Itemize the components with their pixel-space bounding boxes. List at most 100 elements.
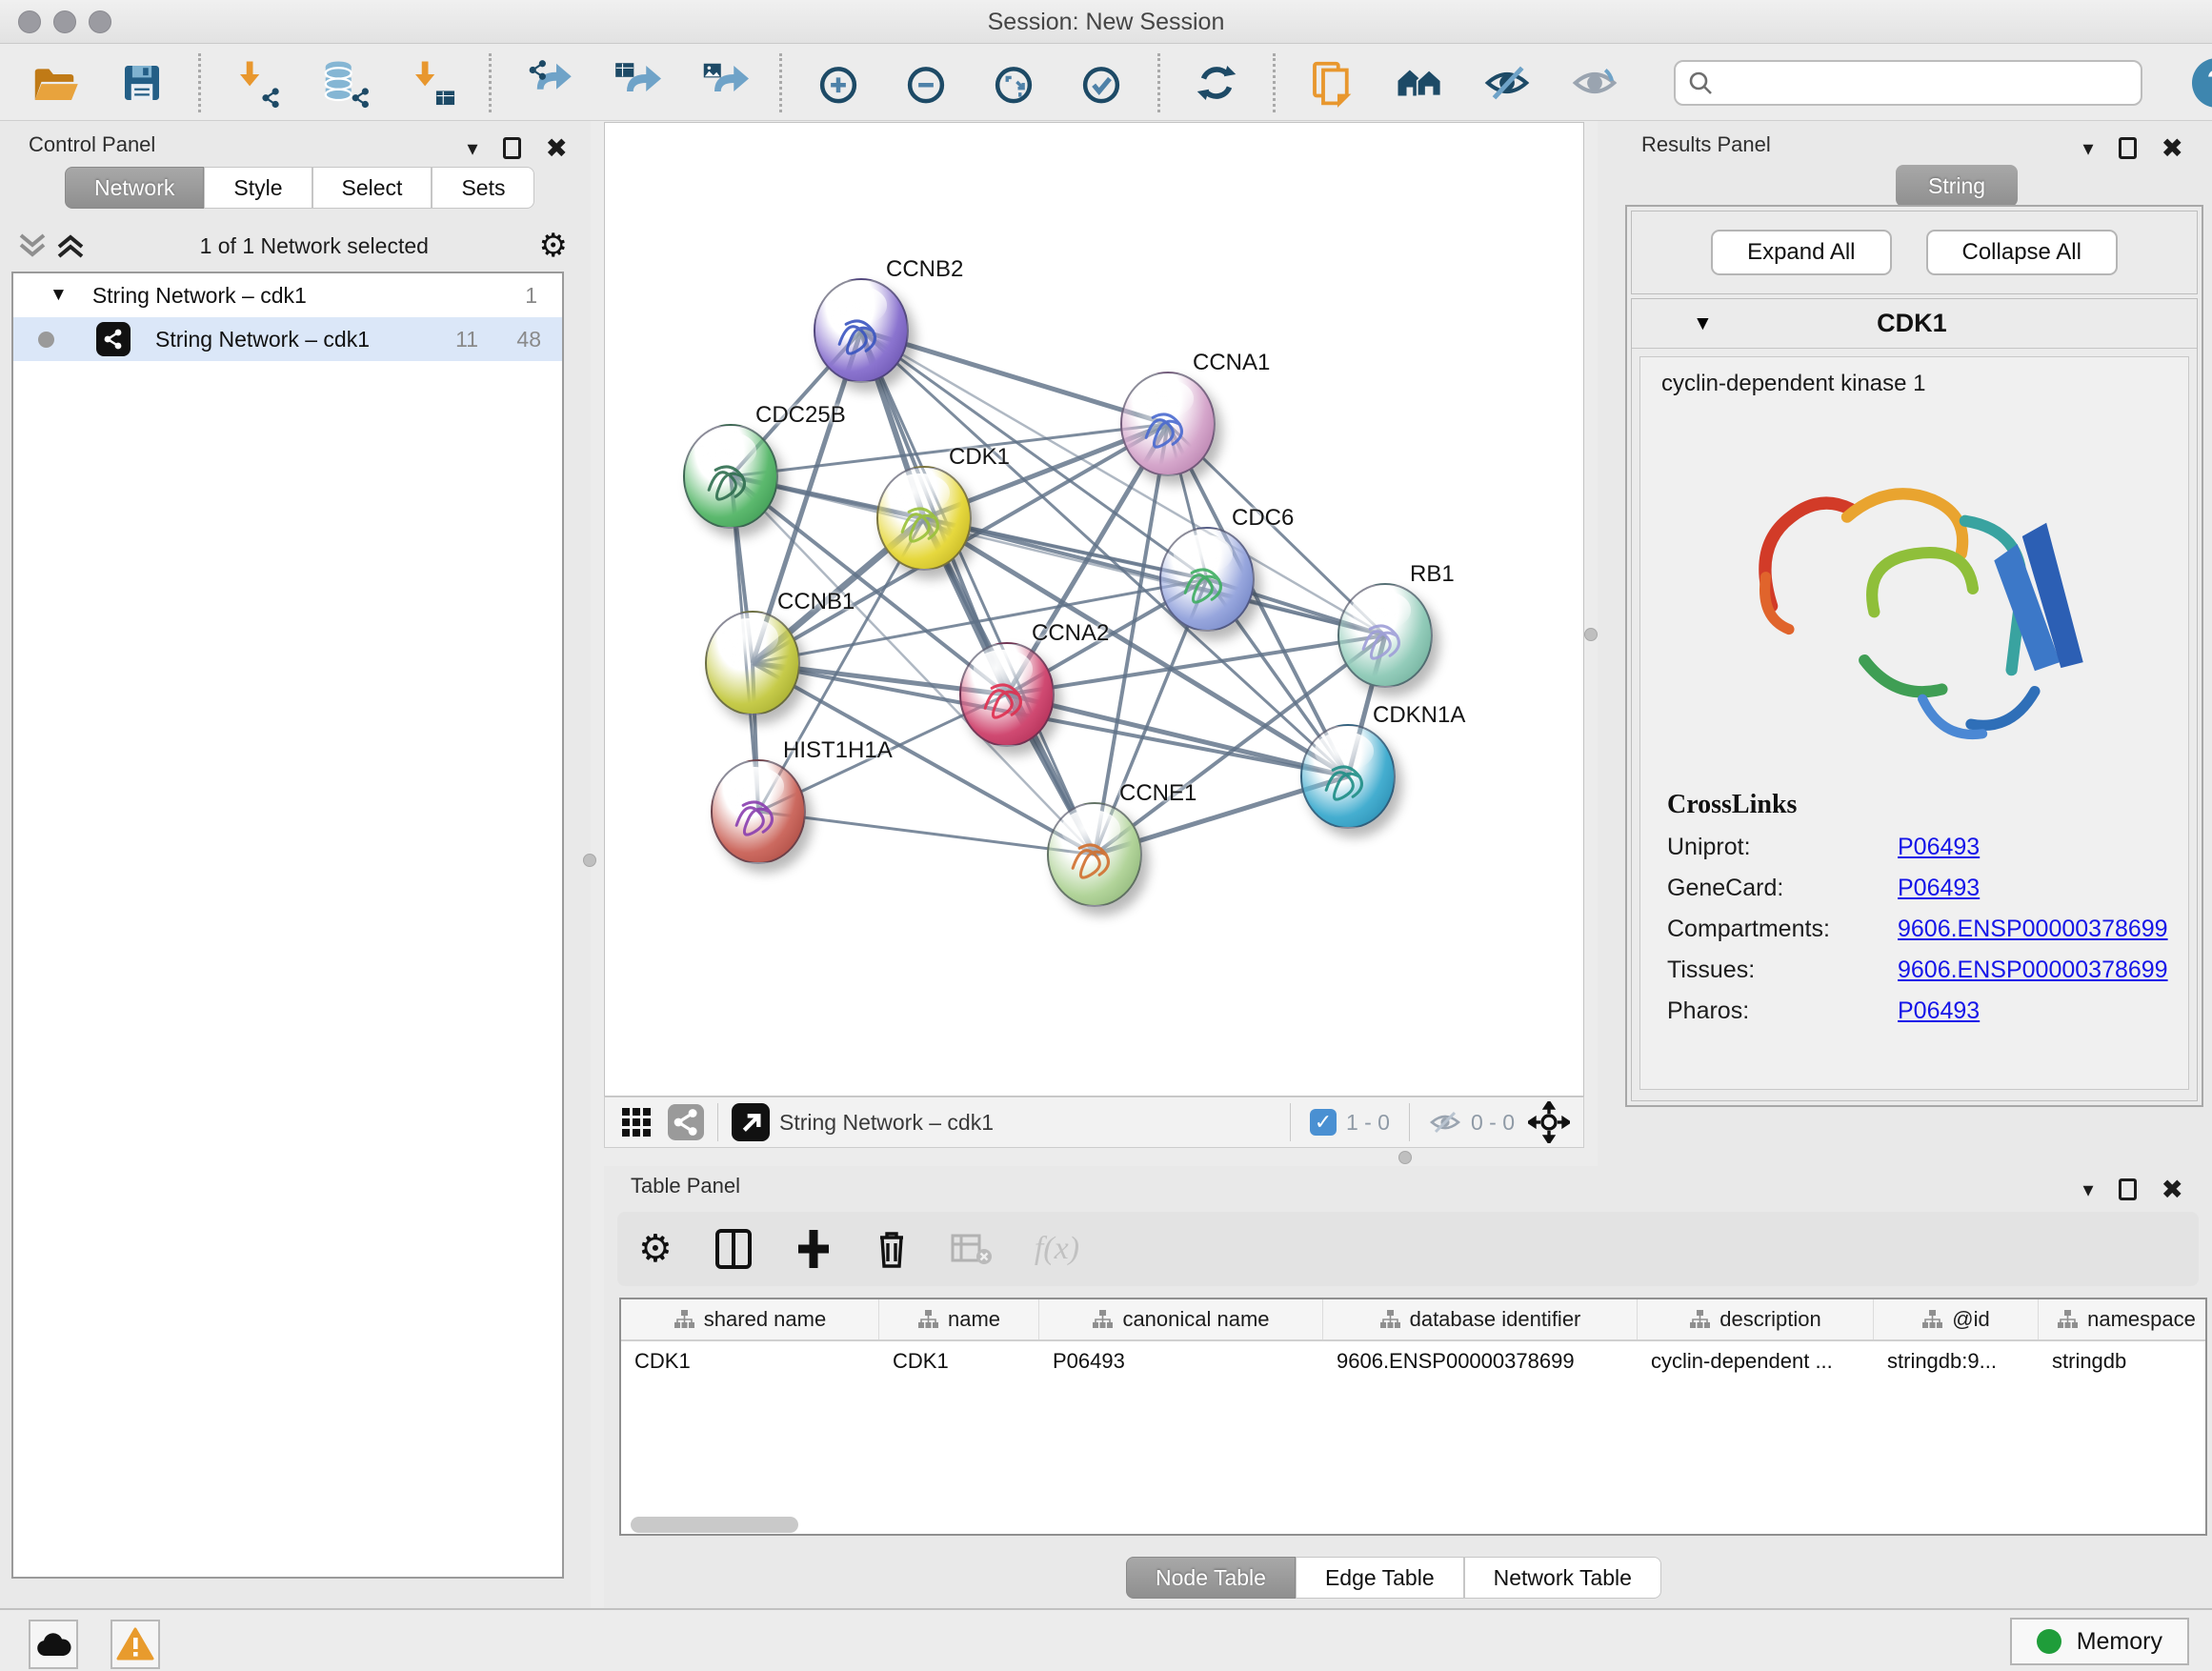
panel-close-icon[interactable]: ✖ [546, 132, 568, 164]
panel-menu-icon[interactable]: ▾ [467, 136, 477, 161]
delete-column-icon[interactable] [875, 1228, 909, 1270]
selected-checkbox-icon[interactable]: ✓ [1310, 1109, 1337, 1136]
table-options-gear-icon[interactable]: ⚙ [638, 1227, 673, 1271]
panel-float-icon[interactable] [503, 137, 521, 159]
column-header-database-identifier[interactable]: database identifier [1323, 1299, 1638, 1339]
crosslink-link[interactable]: P06493 [1898, 834, 1980, 861]
edge-HIST1H1A-CCNE1[interactable] [758, 812, 1095, 855]
import-network-from-file-button[interactable] [230, 55, 285, 111]
collection-expand-icon[interactable]: ▼ [50, 285, 68, 306]
crosslink-link[interactable]: P06493 [1898, 875, 1980, 902]
zoom-selected-button[interactable] [1074, 55, 1129, 111]
node-CDKN1A[interactable] [1300, 724, 1396, 829]
tab-network[interactable]: Network [65, 167, 204, 209]
export-table-button[interactable] [608, 55, 663, 111]
expand-all-button[interactable]: Expand All [1711, 230, 1891, 275]
network-collection-row[interactable]: ▼ String Network – cdk1 1 [13, 273, 562, 317]
grid-view-icon[interactable] [620, 1106, 653, 1138]
tab-network-table[interactable]: Network Table [1464, 1557, 1661, 1599]
hide-graphics-details-button[interactable] [1479, 55, 1535, 111]
export-network-button[interactable] [520, 55, 575, 111]
collapse-all-networks-icon[interactable] [13, 230, 51, 262]
network-overview-button[interactable] [1392, 55, 1447, 111]
expand-all-networks-icon[interactable] [51, 230, 90, 262]
selected-count: 1 - 0 [1346, 1110, 1390, 1136]
string-badge-icon[interactable] [668, 1104, 704, 1140]
tab-node-table[interactable]: Node Table [1126, 1557, 1296, 1599]
search-input[interactable] [1714, 70, 2129, 96]
show-graphics-details-button[interactable] [1567, 55, 1622, 111]
table-cell: P06493 [1039, 1341, 1323, 1381]
birds-eye-view-icon[interactable] [1528, 1101, 1570, 1143]
node-CCNA1[interactable] [1120, 372, 1216, 476]
column-header-namespace[interactable]: namespace [2039, 1299, 2207, 1339]
zoom-fit-button[interactable] [986, 55, 1041, 111]
tab-select[interactable]: Select [312, 167, 432, 209]
gene-section: ▼ CDK1 cyclin-dependent kinase 1 [1631, 298, 2198, 1101]
node-label-CCNA1: CCNA1 [1193, 350, 1270, 376]
column-header-at-id[interactable]: @id [1874, 1299, 2039, 1339]
tab-sets[interactable]: Sets [432, 167, 534, 209]
save-session-button[interactable] [114, 55, 170, 111]
node-RB1[interactable] [1337, 583, 1433, 688]
right-splitter-handle[interactable] [1584, 628, 1598, 641]
collapse-all-button[interactable]: Collapse All [1926, 230, 2118, 275]
export-image-button[interactable] [695, 55, 751, 111]
panel-close-icon[interactable]: ✖ [2162, 1174, 2183, 1205]
create-column-icon[interactable] [794, 1228, 833, 1270]
protein-structure-thumbnail [973, 666, 1042, 733]
crosslink-link[interactable]: P06493 [1898, 997, 1980, 1025]
tab-style[interactable]: Style [204, 167, 312, 209]
node-CCNA2[interactable] [959, 642, 1055, 747]
column-header-canonical-name[interactable]: canonical name [1039, 1299, 1323, 1339]
crosslink-link[interactable]: 9606.ENSP00000378699 [1898, 916, 2168, 943]
table-horizontal-scrollbar[interactable] [631, 1517, 798, 1533]
horizontal-splitter-handle[interactable] [1398, 1151, 1412, 1164]
import-network-from-database-button[interactable] [317, 55, 372, 111]
edge-CCNB2-CCNE1[interactable] [861, 331, 1095, 855]
node-CCNB2[interactable] [814, 278, 909, 383]
zoom-in-button[interactable] [811, 55, 866, 111]
open-session-button[interactable] [27, 55, 82, 111]
gene-collapse-icon[interactable]: ▼ [1693, 312, 1713, 335]
column-header-shared-name[interactable]: shared name [621, 1299, 879, 1339]
panel-menu-icon[interactable]: ▾ [2082, 1178, 2093, 1202]
panel-float-icon[interactable] [2119, 1178, 2137, 1200]
node-CDC25B[interactable] [683, 424, 778, 529]
memory-button[interactable]: Memory [2010, 1618, 2189, 1665]
network-status-dot-icon [38, 332, 54, 348]
node-CDC6[interactable] [1159, 527, 1255, 632]
table-row[interactable]: CDK1CDK1P064939606.ENSP00000378699cyclin… [621, 1341, 2205, 1381]
node-CCNB1[interactable] [705, 611, 800, 715]
network-row[interactable]: String Network – cdk1 11 48 [13, 317, 562, 361]
hidden-eye-icon[interactable] [1429, 1108, 1461, 1137]
warning-status-button[interactable] [111, 1620, 160, 1669]
results-tab-string[interactable]: String [1896, 165, 2018, 207]
apply-preferred-layout-button[interactable] [1189, 55, 1244, 111]
left-splitter-handle[interactable] [583, 854, 596, 867]
search-box[interactable] [1674, 60, 2142, 106]
network-options-gear-icon[interactable]: ⚙ [539, 227, 568, 265]
import-table-from-file-button[interactable] [405, 55, 460, 111]
cloud-status-button[interactable] [29, 1620, 78, 1669]
control-panel-tabs: NetworkStyleSelectSets [65, 167, 534, 209]
panel-menu-icon[interactable]: ▾ [2082, 136, 2093, 161]
open-in-new-window-icon[interactable] [732, 1103, 770, 1141]
node-HIST1H1A[interactable] [711, 759, 806, 864]
tab-edge-table[interactable]: Edge Table [1296, 1557, 1464, 1599]
panel-close-icon[interactable]: ✖ [2162, 132, 2183, 164]
column-header-description[interactable]: description [1638, 1299, 1874, 1339]
crosslink-link[interactable]: 9606.ENSP00000378699 [1898, 956, 2168, 984]
column-header-name[interactable]: name [879, 1299, 1039, 1339]
zoom-out-button[interactable] [898, 55, 954, 111]
node-CDK1[interactable] [876, 466, 972, 571]
show-annotations-button[interactable] [1304, 55, 1359, 111]
gene-section-header[interactable]: ▼ CDK1 [1632, 299, 2197, 349]
node-CCNE1[interactable] [1047, 802, 1142, 907]
network-view-canvas[interactable]: CCNB2CCNA1CDC25BCDK1CDC6RB1CCNB1CCNA2CDK… [604, 122, 1584, 1097]
crosslink-row: GeneCard:P06493 [1667, 875, 2188, 902]
show-columns-icon[interactable] [714, 1228, 753, 1270]
panel-float-icon[interactable] [2119, 137, 2137, 159]
crosslink-row: Tissues:9606.ENSP00000378699 [1667, 956, 2188, 984]
help-button[interactable]: ? [2192, 58, 2212, 108]
